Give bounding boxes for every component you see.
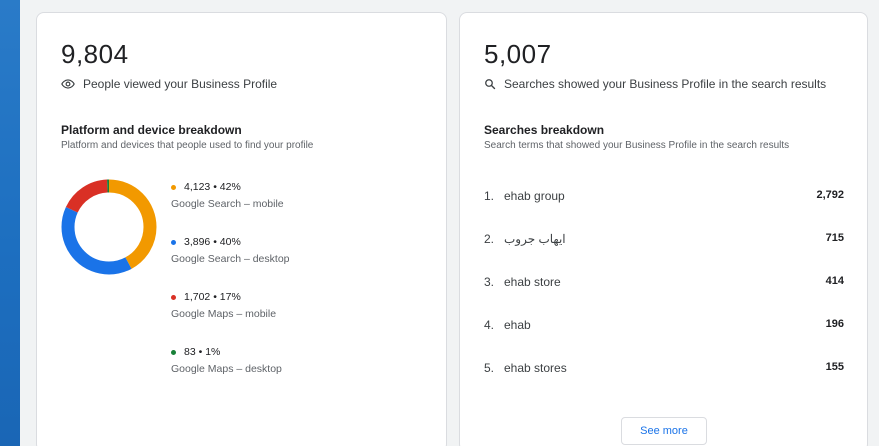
platform-breakdown-title: Platform and device breakdown xyxy=(61,123,242,137)
legend-dot xyxy=(171,349,176,355)
legend-stat: 1,702 • 17% xyxy=(184,291,241,303)
term-text: ehab xyxy=(504,318,531,332)
term-count: 715 xyxy=(825,232,844,244)
list-item: 2. ايهاب جروب 715 xyxy=(484,232,844,275)
legend-label: Google Search – mobile xyxy=(171,198,284,210)
page-background: 9,804 People viewed your Business Profil… xyxy=(20,0,879,446)
legend-stat: 3,896 • 40% xyxy=(184,236,241,248)
views-count: 9,804 xyxy=(61,39,129,69)
term-text: ehab stores xyxy=(504,361,567,375)
legend-dot xyxy=(171,239,176,245)
term-rank: 2. xyxy=(484,232,495,246)
legend-item-search-desktop: 3,896 • 40% Google Search – desktop xyxy=(171,234,431,289)
legend-item-maps-mobile: 1,702 • 17% Google Maps – mobile xyxy=(171,289,431,344)
searches-breakdown-subtitle: Search terms that showed your Business P… xyxy=(484,140,790,151)
see-more-button[interactable]: See more xyxy=(621,417,707,445)
term-rank: 3. xyxy=(484,275,495,289)
term-count: 155 xyxy=(825,361,844,373)
views-caption: People viewed your Business Profile xyxy=(61,75,277,93)
term-rank: 5. xyxy=(484,361,495,375)
legend-dot xyxy=(171,294,176,300)
searches-breakdown-title: Searches breakdown xyxy=(484,123,605,137)
views-label: People viewed your Business Profile xyxy=(83,77,278,91)
term-text: ايهاب جروب xyxy=(504,232,566,246)
legend-label: Google Search – desktop xyxy=(171,253,290,265)
search-icon xyxy=(484,78,496,90)
legend-stat: 83 • 1% xyxy=(184,346,221,358)
list-item: 3. ehab store 414 xyxy=(484,275,844,318)
term-count: 2,792 xyxy=(816,189,844,201)
legend-stat: 4,123 • 42% xyxy=(184,181,241,193)
term-rank: 4. xyxy=(484,318,495,332)
searches-label: Searches showed your Business Profile in… xyxy=(504,77,827,91)
term-text: ehab group xyxy=(504,189,565,203)
legend-item-maps-desktop: 83 • 1% Google Maps – desktop xyxy=(171,344,431,399)
eye-icon xyxy=(61,77,75,91)
profile-views-card: 9,804 People viewed your Business Profil… xyxy=(36,12,447,446)
term-rank: 1. xyxy=(484,189,495,203)
searches-count: 5,007 xyxy=(484,39,552,69)
legend-item-search-mobile: 4,123 • 42% Google Search – mobile xyxy=(171,179,431,234)
term-count: 196 xyxy=(825,318,844,330)
list-item: 5. ehab stores 155 xyxy=(484,361,844,404)
search-appearances-card: 5,007 Searches showed your Business Prof… xyxy=(459,12,868,446)
list-item: 4. ehab 196 xyxy=(484,318,844,361)
legend-label: Google Maps – desktop xyxy=(171,363,282,375)
search-terms-list: 1. ehab group 2,792 2. ايهاب جروب 715 3.… xyxy=(484,189,844,404)
legend-label: Google Maps – mobile xyxy=(171,308,277,320)
searches-caption: Searches showed your Business Profile in… xyxy=(484,75,826,93)
list-item: 1. ehab group 2,792 xyxy=(484,189,844,232)
platform-breakdown-subtitle: Platform and devices that people used to… xyxy=(61,140,314,151)
platform-legend: 4,123 • 42% Google Search – mobile 3,896… xyxy=(171,179,431,399)
term-count: 414 xyxy=(825,275,844,287)
legend-dot xyxy=(171,184,176,190)
term-text: ehab store xyxy=(504,275,561,289)
platform-donut-chart xyxy=(61,179,157,275)
